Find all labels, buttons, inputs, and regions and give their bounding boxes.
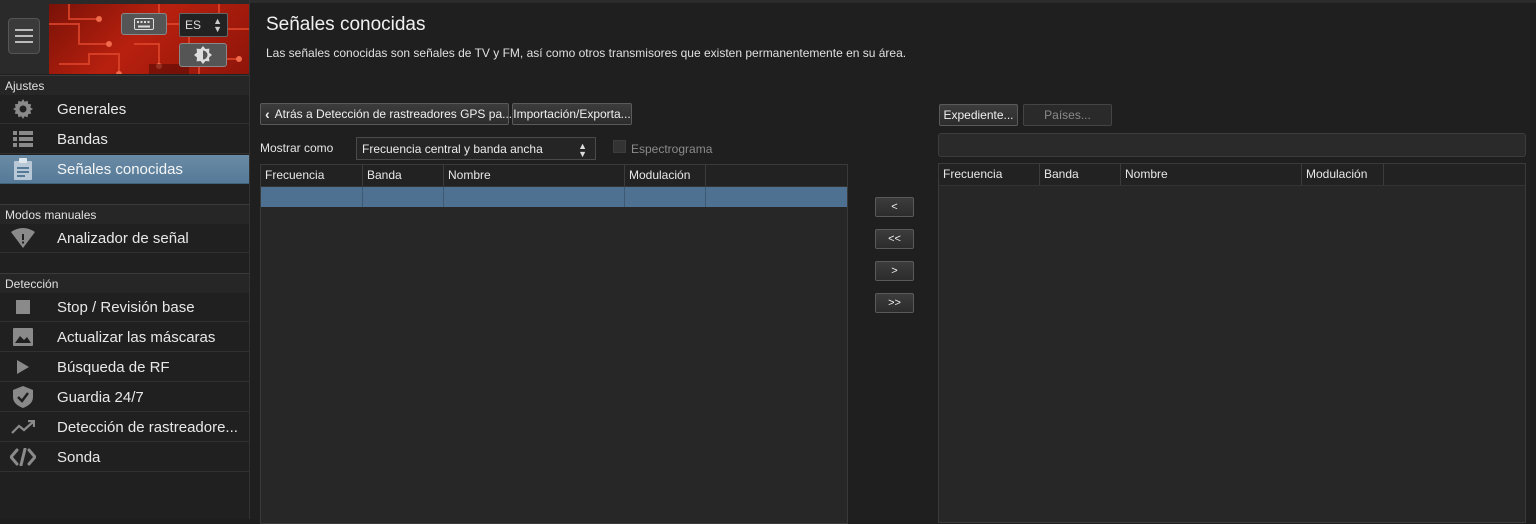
- hamburger-icon-bar: [15, 41, 33, 43]
- section-header-detection: Detección: [0, 273, 249, 293]
- wifi-info-icon: [0, 224, 46, 253]
- sidebar-item-probe[interactable]: Sonda: [0, 443, 249, 472]
- menu-button[interactable]: [8, 18, 40, 54]
- file-button[interactable]: Expediente...: [939, 104, 1018, 126]
- sidebar-item-general[interactable]: Generales: [0, 95, 249, 124]
- country-field[interactable]: [938, 133, 1526, 157]
- countries-button[interactable]: Países...: [1023, 104, 1112, 126]
- sidebar-item-label: Señales conocidas: [57, 160, 183, 178]
- list-icon: [0, 125, 46, 154]
- import-export-button[interactable]: Importación/Exporta...: [512, 103, 632, 125]
- column-header-frequency[interactable]: Frecuencia: [261, 165, 363, 186]
- language-select[interactable]: ES ▲ ▼: [179, 13, 228, 37]
- show-as-label: Mostrar como: [260, 141, 334, 155]
- sidebar-item-label: Generales: [57, 100, 127, 118]
- spectrogram-label: Espectrograma: [631, 142, 713, 156]
- keyboard-icon: [134, 18, 154, 30]
- shield-check-icon: [0, 383, 46, 412]
- column-header-modulation[interactable]: Modulación: [1302, 164, 1384, 185]
- sidebar-item-tracker-detection[interactable]: Detección de rastreadore...: [0, 413, 249, 442]
- image-icon: [0, 323, 46, 352]
- trend-icon: [0, 413, 46, 442]
- theme-button[interactable]: [179, 43, 227, 67]
- keyboard-button[interactable]: [121, 13, 167, 35]
- sidebar-item-label: Bandas: [57, 130, 108, 148]
- hamburger-icon: [15, 29, 33, 31]
- main-panel: Señales conocidas Las señales conocidas …: [250, 0, 1536, 524]
- sidebar-item-signal-analyzer[interactable]: Analizador de señal: [0, 224, 249, 253]
- sidebar-item-label: Analizador de señal: [57, 229, 189, 247]
- move-one-left-button[interactable]: <: [875, 197, 914, 217]
- page-title: Señales conocidas: [266, 14, 426, 35]
- sidebar-item-label: Sonda: [57, 448, 101, 466]
- language-value: ES: [185, 18, 202, 32]
- table-header: Frecuencia Banda Nombre Modulación: [939, 164, 1525, 186]
- sidebar: ES ▲ ▼ Ajustes Generales Bandas Señales …: [0, 0, 250, 519]
- move-all-left-button[interactable]: <<: [875, 229, 914, 249]
- sidebar-item-guard[interactable]: Guardia 24/7: [0, 383, 249, 412]
- sidebar-item-update-masks[interactable]: Actualizar las máscaras: [0, 323, 249, 352]
- sidebar-item-label: Detección de rastreadore...: [57, 418, 238, 436]
- move-one-right-button[interactable]: >: [875, 261, 914, 281]
- column-header-frequency[interactable]: Frecuencia: [939, 164, 1040, 185]
- column-header-name[interactable]: Nombre: [1121, 164, 1302, 185]
- play-icon: [0, 353, 46, 382]
- chevron-left-icon: ‹: [265, 106, 270, 122]
- available-signals-table[interactable]: Frecuencia Banda Nombre Modulación: [938, 163, 1526, 523]
- table-cell: [624, 187, 706, 207]
- hamburger-icon-bar: [15, 35, 33, 37]
- back-button-label: Atrás a Detección de rastreadores GPS pa…: [274, 107, 513, 121]
- section-header-manual-modes: Modos manuales: [0, 204, 249, 224]
- known-signals-table[interactable]: Frecuencia Banda Nombre Modulación: [260, 164, 848, 524]
- brightness-icon: [194, 46, 212, 64]
- display-mode-value: Frecuencia central y banda ancha: [362, 141, 543, 156]
- table-cell: [261, 187, 363, 207]
- table-header: Frecuencia Banda Nombre Modulación: [261, 165, 847, 187]
- sidebar-item-label: Stop / Revisión base: [57, 298, 195, 316]
- table-row[interactable]: [261, 187, 847, 207]
- table-cell: [443, 187, 625, 207]
- column-header-band[interactable]: Banda: [1040, 164, 1121, 185]
- sidebar-item-label: Guardia 24/7: [57, 388, 144, 406]
- column-header-band[interactable]: Banda: [363, 165, 444, 186]
- updown-arrows-icon: ▲ ▼: [213, 16, 222, 34]
- move-all-right-button[interactable]: >>: [875, 293, 914, 313]
- page-description: Las señales conocidas son señales de TV …: [266, 46, 907, 60]
- clipboard-icon: [0, 155, 46, 184]
- sidebar-item-known-signals[interactable]: Señales conocidas: [0, 155, 249, 184]
- sidebar-item-stop-review[interactable]: Stop / Revisión base: [0, 293, 249, 322]
- table-cell: [362, 187, 444, 207]
- banner-image: ES ▲ ▼: [49, 4, 249, 74]
- updown-arrows-icon: ▲ ▼: [578, 141, 587, 159]
- gear-icon: [0, 95, 46, 124]
- section-header-settings: Ajustes: [0, 75, 249, 95]
- column-header-name[interactable]: Nombre: [444, 165, 625, 186]
- back-button[interactable]: ‹ Atrás a Detección de rastreadores GPS …: [260, 103, 513, 125]
- sidebar-item-rf-search[interactable]: Búsqueda de RF: [0, 353, 249, 382]
- spectrogram-checkbox[interactable]: [613, 140, 626, 153]
- display-mode-select[interactable]: Frecuencia central y banda ancha ▲ ▼: [356, 137, 596, 160]
- column-header-modulation[interactable]: Modulación: [625, 165, 706, 186]
- sidebar-item-label: Actualizar las máscaras: [57, 328, 216, 346]
- sidebar-item-bands[interactable]: Bandas: [0, 125, 249, 154]
- sidebar-topbar: ES ▲ ▼: [0, 0, 249, 74]
- probe-icon: [0, 443, 46, 472]
- sidebar-item-label: Búsqueda de RF: [57, 358, 170, 376]
- stop-icon: [0, 293, 46, 322]
